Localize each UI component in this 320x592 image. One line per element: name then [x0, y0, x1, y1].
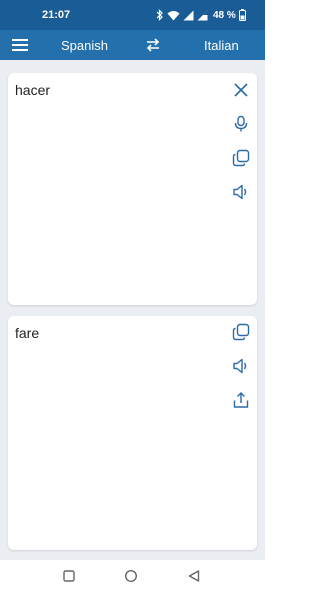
output-text: fare [15, 325, 40, 341]
close-icon[interactable] [232, 81, 250, 99]
menu-icon[interactable] [12, 38, 30, 52]
output-card: fare [8, 316, 257, 550]
share-icon[interactable] [232, 391, 250, 409]
copy-icon[interactable] [232, 149, 250, 167]
system-nav-bar [0, 560, 265, 592]
swap-arrows-icon[interactable] [145, 37, 161, 53]
battery-icon [238, 9, 246, 21]
status-icons: 48 % [156, 8, 246, 22]
microphone-icon[interactable] [232, 115, 250, 133]
main-content: hacer fare [0, 60, 265, 560]
back-triangle-icon[interactable] [187, 569, 201, 583]
app-bar: Spanish Italian [0, 30, 265, 60]
wifi-icon [167, 10, 180, 21]
input-card: hacer [8, 73, 257, 305]
home-circle-icon[interactable] [124, 569, 138, 583]
signal-icon [183, 10, 194, 21]
speaker-icon[interactable] [232, 357, 250, 375]
battery-level: 48 % [213, 9, 236, 21]
speaker-icon[interactable] [232, 183, 250, 201]
signal-icon [197, 10, 208, 21]
bluetooth-icon [156, 9, 164, 21]
target-language-selector[interactable]: Italian [204, 38, 239, 53]
recents-square-icon[interactable] [62, 569, 76, 583]
status-bar: 21:07 48 % [0, 0, 265, 30]
status-time: 21:07 [42, 9, 71, 21]
copy-icon[interactable] [232, 323, 250, 341]
source-language-selector[interactable]: Spanish [61, 38, 108, 53]
input-text[interactable]: hacer [15, 82, 50, 98]
